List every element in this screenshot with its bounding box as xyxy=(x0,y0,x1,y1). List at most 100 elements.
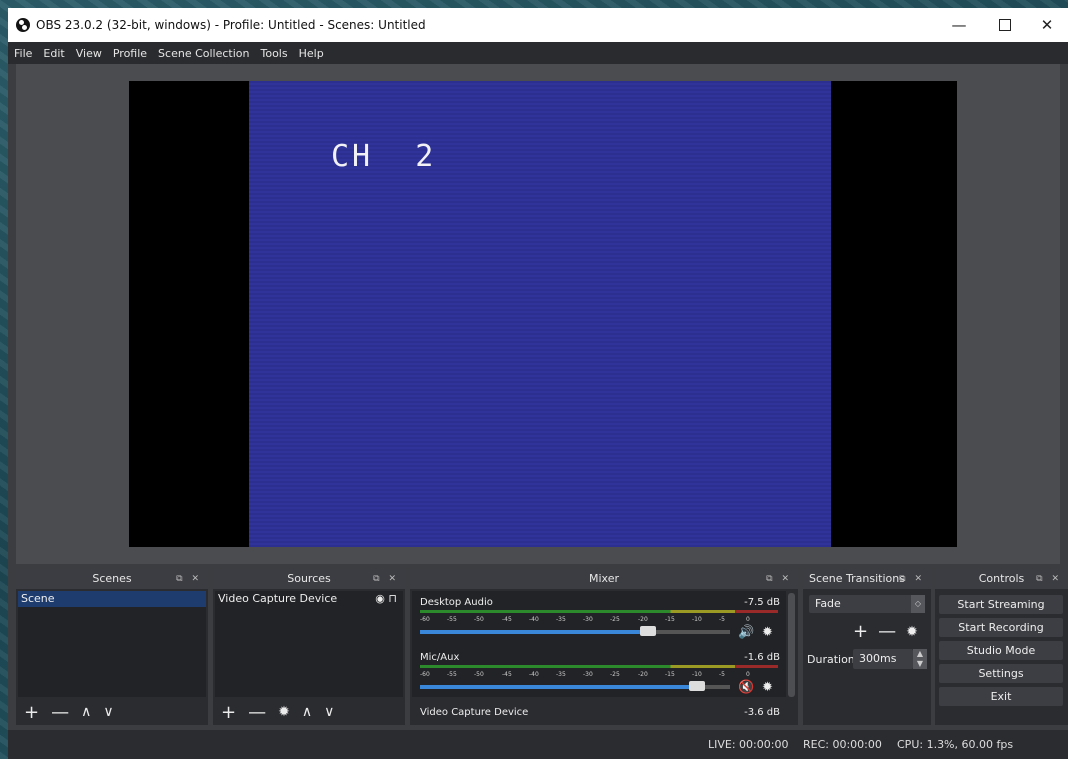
transitions-dock-header: Scene Transitions ⧉ ✕ xyxy=(803,569,931,589)
close-icon[interactable]: ✕ xyxy=(1051,574,1062,584)
preview-video[interactable]: CH 2 xyxy=(129,81,957,547)
fader-knob[interactable] xyxy=(640,626,656,636)
float-icon[interactable]: ⧉ xyxy=(373,574,382,584)
add-source-button[interactable]: + xyxy=(221,702,236,723)
scenes-dock: Scenes ⧉ ✕ Scene + — ∧ ∨ xyxy=(16,569,208,725)
title-bar: OBS 23.0.2 (32-bit, windows) - Profile: … xyxy=(8,8,1068,42)
duration-input[interactable]: 300ms xyxy=(853,649,913,669)
meter-ticks: -60 -55 -50 -45 -40 -35 -30 -25 -20 -15 … xyxy=(420,671,750,678)
maximize-button[interactable] xyxy=(982,8,1028,42)
chevron-down-icon[interactable]: ▼ xyxy=(913,659,927,669)
scenes-list[interactable]: Scene xyxy=(18,591,206,697)
status-bar: LIVE: 00:00:00 REC: 00:00:00 CPU: 1.3%, … xyxy=(8,730,1068,759)
channel-overlay-text: CH 2 xyxy=(331,139,437,174)
menu-scene-collection[interactable]: Scene Collection xyxy=(158,47,249,60)
menu-bar: File Edit View Profile Scene Collection … xyxy=(8,42,1068,64)
close-button[interactable]: ✕ xyxy=(1024,8,1068,42)
move-scene-up-button[interactable]: ∧ xyxy=(81,704,91,720)
menu-help[interactable]: Help xyxy=(299,47,324,60)
mixer-scrollbar[interactable] xyxy=(788,593,795,697)
eye-icon[interactable]: ◉ xyxy=(375,592,385,605)
video-capture-frame: CH 2 xyxy=(249,81,831,547)
channel-name: Mic/Aux xyxy=(420,652,460,663)
menu-view[interactable]: View xyxy=(76,47,102,60)
sources-dock-title: Sources xyxy=(287,572,331,585)
source-item[interactable]: Video Capture Device ◉ ⊓ xyxy=(215,591,403,607)
exit-button[interactable]: Exit xyxy=(939,687,1063,706)
gear-icon[interactable]: ✹ xyxy=(762,625,773,640)
chevron-up-icon[interactable]: ▲ xyxy=(913,649,927,659)
gear-icon[interactable]: ✹ xyxy=(762,680,773,695)
fader-fill xyxy=(420,685,705,689)
remove-source-button[interactable]: — xyxy=(248,702,266,723)
remove-transition-button[interactable]: — xyxy=(878,621,896,642)
close-icon[interactable]: ✕ xyxy=(388,574,399,584)
scenes-toolbar: + — ∧ ∨ xyxy=(16,699,208,725)
lock-icon[interactable]: ⊓ xyxy=(388,592,397,605)
channel-db: -3.6 dB xyxy=(744,707,780,718)
duration-stepper[interactable]: ▲ ▼ xyxy=(913,649,927,669)
live-timer: LIVE: 00:00:00 xyxy=(708,738,789,751)
transitions-dock-title: Scene Transitions xyxy=(809,572,905,585)
float-icon[interactable]: ⧉ xyxy=(899,574,908,584)
transition-tools: + — ✹ xyxy=(853,621,918,642)
controls-dock-title: Controls xyxy=(978,572,1025,585)
mixer-channels: Desktop Audio -7.5 dB -60 -55 -50 -45 -4… xyxy=(412,591,786,718)
maximize-icon xyxy=(999,19,1011,31)
minimize-button[interactable]: — xyxy=(936,8,982,42)
menu-profile[interactable]: Profile xyxy=(113,47,147,60)
mixer-dock-title: Mixer xyxy=(588,572,619,585)
float-icon[interactable]: ⧉ xyxy=(176,574,185,584)
fader-fill xyxy=(420,630,656,634)
channel-name: Video Capture Device xyxy=(420,707,529,718)
move-scene-down-button[interactable]: ∨ xyxy=(103,704,113,720)
studio-mode-button[interactable]: Studio Mode xyxy=(939,641,1063,660)
mixer-dock: Mixer ⧉ ✕ Desktop Audio -7.5 dB -60 -55 … xyxy=(410,569,798,725)
move-source-up-button[interactable]: ∧ xyxy=(302,704,312,720)
remove-scene-button[interactable]: — xyxy=(51,702,69,723)
obs-window: OBS 23.0.2 (32-bit, windows) - Profile: … xyxy=(8,8,1068,759)
obs-logo-icon xyxy=(16,18,30,32)
add-scene-button[interactable]: + xyxy=(24,702,39,723)
move-source-down-button[interactable]: ∨ xyxy=(324,704,334,720)
volume-fader[interactable] xyxy=(420,626,730,636)
sources-dock: Sources ⧉ ✕ Video Capture Device ◉ ⊓ + —… xyxy=(213,569,405,725)
scene-item[interactable]: Scene xyxy=(18,591,206,607)
sources-dock-header: Sources ⧉ ✕ xyxy=(213,569,405,589)
rec-timer: REC: 00:00:00 xyxy=(803,738,882,751)
settings-button[interactable]: Settings xyxy=(939,664,1063,683)
preview-area[interactable]: CH 2 xyxy=(16,64,1060,564)
close-icon[interactable]: ✕ xyxy=(781,574,792,584)
channel-db: -7.5 dB xyxy=(744,597,780,608)
mixer-dock-header: Mixer ⧉ ✕ xyxy=(410,569,798,589)
speaker-icon[interactable]: 🔊 xyxy=(738,625,754,640)
close-icon[interactable]: ✕ xyxy=(191,574,202,584)
volume-fader[interactable] xyxy=(420,681,730,691)
speaker-muted-icon[interactable]: 🔇 xyxy=(738,680,754,695)
transition-select[interactable]: Fade ◇ xyxy=(809,595,925,613)
start-streaming-button[interactable]: Start Streaming xyxy=(939,595,1063,614)
chevron-updown-icon: ◇ xyxy=(911,595,925,613)
controls-dock: Controls ⧉ ✕ Start Streaming Start Recor… xyxy=(935,569,1068,725)
float-icon[interactable]: ⧉ xyxy=(766,574,775,584)
gear-icon[interactable]: ✹ xyxy=(906,624,918,640)
scenes-dock-header: Scenes ⧉ ✕ xyxy=(16,569,208,589)
source-settings-gear-icon[interactable]: ✹ xyxy=(278,704,290,720)
scenes-dock-title: Scenes xyxy=(92,572,132,585)
close-icon[interactable]: ✕ xyxy=(914,574,925,584)
menu-tools[interactable]: Tools xyxy=(261,47,288,60)
fader-knob[interactable] xyxy=(689,681,705,691)
cpu-fps: CPU: 1.3%, 60.00 fps xyxy=(897,738,1014,751)
channel-name: Desktop Audio xyxy=(420,597,493,608)
controls-dock-header: Controls ⧉ ✕ xyxy=(935,569,1068,589)
meter-ticks: -60 -55 -50 -45 -40 -35 -30 -25 -20 -15 … xyxy=(420,616,750,623)
channel-db: -1.6 dB xyxy=(744,652,780,663)
float-icon[interactable]: ⧉ xyxy=(1036,574,1045,584)
sources-list[interactable]: Video Capture Device ◉ ⊓ xyxy=(215,591,403,697)
menu-file[interactable]: File xyxy=(14,47,32,60)
window-title: OBS 23.0.2 (32-bit, windows) - Profile: … xyxy=(36,18,426,32)
start-recording-button[interactable]: Start Recording xyxy=(939,618,1063,637)
sources-toolbar: + — ✹ ∧ ∨ xyxy=(213,699,405,725)
add-transition-button[interactable]: + xyxy=(853,621,868,642)
menu-edit[interactable]: Edit xyxy=(43,47,64,60)
